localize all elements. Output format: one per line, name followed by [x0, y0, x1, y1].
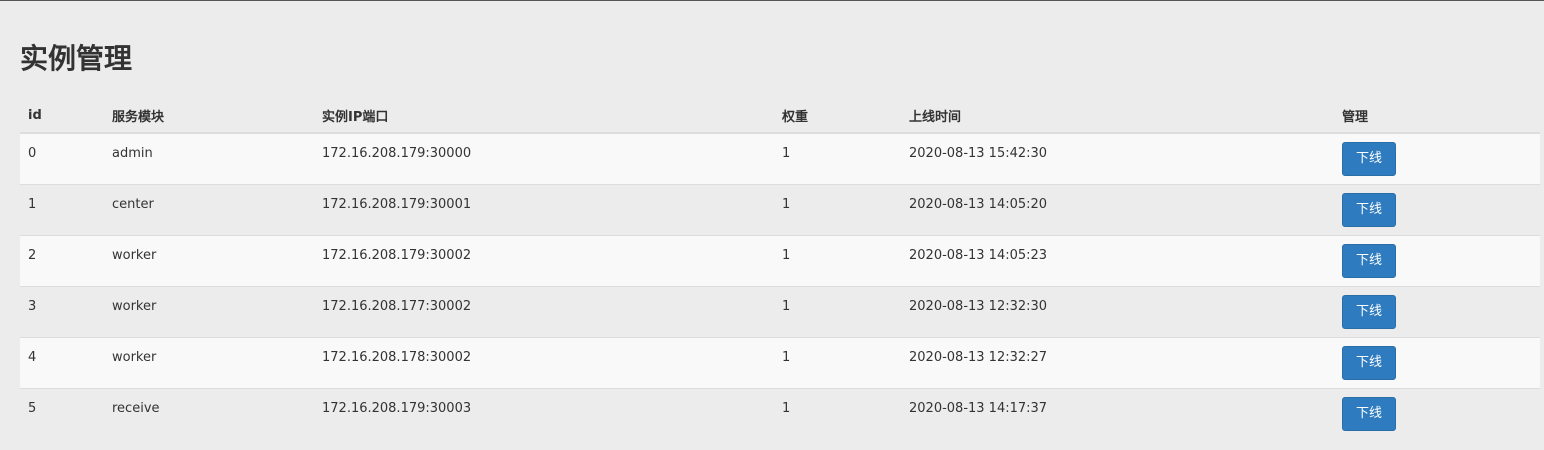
cell-id: 1 — [20, 184, 104, 236]
instance-table: id 服务模块 实例IP端口 权重 上线时间 管理 0 admin 172.16… — [20, 98, 1540, 439]
cell-manage: 下线 — [1334, 286, 1540, 338]
cell-weight: 1 — [774, 235, 901, 287]
cell-manage: 下线 — [1334, 235, 1540, 287]
offline-button[interactable]: 下线 — [1342, 295, 1396, 329]
page-title: 实例管理 — [20, 42, 133, 75]
instance-table-container: id 服务模块 实例IP端口 权重 上线时间 管理 0 admin 172.16… — [20, 98, 1540, 439]
offline-button[interactable]: 下线 — [1342, 142, 1396, 176]
cell-id: 3 — [20, 286, 104, 338]
offline-button[interactable]: 下线 — [1342, 346, 1396, 380]
table-row: 5 receive 172.16.208.179:30003 1 2020-08… — [20, 388, 1540, 439]
cell-weight: 1 — [774, 132, 901, 185]
cell-weight: 1 — [774, 337, 901, 389]
cell-online-time: 2020-08-13 14:17:37 — [901, 388, 1334, 439]
cell-id: 5 — [20, 388, 104, 439]
header-manage: 管理 — [1334, 98, 1540, 134]
cell-manage: 下线 — [1334, 184, 1540, 236]
cell-module: center — [104, 184, 314, 236]
cell-ip-port: 172.16.208.178:30002 — [314, 337, 774, 389]
cell-manage: 下线 — [1334, 132, 1540, 185]
offline-button[interactable]: 下线 — [1342, 244, 1396, 278]
cell-ip-port: 172.16.208.179:30000 — [314, 132, 774, 185]
cell-id: 4 — [20, 337, 104, 389]
cell-weight: 1 — [774, 286, 901, 338]
offline-button[interactable]: 下线 — [1342, 193, 1396, 227]
header-ip-port: 实例IP端口 — [314, 98, 774, 134]
table-header: id 服务模块 实例IP端口 权重 上线时间 管理 — [20, 98, 1540, 134]
cell-ip-port: 172.16.208.177:30002 — [314, 286, 774, 338]
header-online-time: 上线时间 — [901, 98, 1334, 134]
cell-ip-port: 172.16.208.179:30001 — [314, 184, 774, 236]
cell-module: worker — [104, 286, 314, 338]
cell-module: worker — [104, 235, 314, 287]
cell-online-time: 2020-08-13 12:32:30 — [901, 286, 1334, 338]
header-module: 服务模块 — [104, 98, 314, 134]
cell-module: admin — [104, 132, 314, 185]
header-id: id — [20, 98, 104, 134]
cell-weight: 1 — [774, 388, 901, 439]
table-body: 0 admin 172.16.208.179:30000 1 2020-08-1… — [20, 132, 1540, 439]
cell-weight: 1 — [774, 184, 901, 236]
table-row: 3 worker 172.16.208.177:30002 1 2020-08-… — [20, 286, 1540, 338]
cell-module: receive — [104, 388, 314, 439]
table-row: 0 admin 172.16.208.179:30000 1 2020-08-1… — [20, 132, 1540, 185]
cell-online-time: 2020-08-13 15:42:30 — [901, 132, 1334, 185]
cell-online-time: 2020-08-13 14:05:20 — [901, 184, 1334, 236]
table-row: 1 center 172.16.208.179:30001 1 2020-08-… — [20, 184, 1540, 236]
cell-ip-port: 172.16.208.179:30003 — [314, 388, 774, 439]
cell-online-time: 2020-08-13 14:05:23 — [901, 235, 1334, 287]
offline-button[interactable]: 下线 — [1342, 397, 1396, 431]
table-row: 4 worker 172.16.208.178:30002 1 2020-08-… — [20, 337, 1540, 389]
cell-module: worker — [104, 337, 314, 389]
header-weight: 权重 — [774, 98, 901, 134]
cell-ip-port: 172.16.208.179:30002 — [314, 235, 774, 287]
cell-manage: 下线 — [1334, 337, 1540, 389]
cell-id: 2 — [20, 235, 104, 287]
cell-manage: 下线 — [1334, 388, 1540, 439]
cell-id: 0 — [20, 132, 104, 185]
table-row: 2 worker 172.16.208.179:30002 1 2020-08-… — [20, 235, 1540, 287]
cell-online-time: 2020-08-13 12:32:27 — [901, 337, 1334, 389]
table-header-row: id 服务模块 实例IP端口 权重 上线时间 管理 — [20, 98, 1540, 134]
